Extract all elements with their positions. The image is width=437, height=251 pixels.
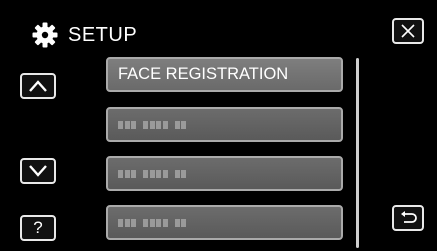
blurred-label [118,120,186,129]
header: SETUP [30,20,137,50]
scroll-up-button[interactable] [20,73,56,99]
menu-item-label: FACE REGISTRATION [118,65,289,83]
return-button[interactable] [392,205,424,231]
close-button[interactable] [392,18,424,44]
return-icon [398,210,418,226]
page-title: SETUP [68,23,138,46]
scroll-down-button[interactable] [20,158,56,184]
chevron-up-icon [28,79,48,93]
gear-icon [30,20,60,50]
menu-item-blurred[interactable] [106,107,343,142]
help-label: ? [33,218,43,237]
menu-item-face-registration[interactable]: FACE REGISTRATION [106,57,343,92]
scrollbar[interactable] [356,58,359,248]
blurred-label [118,169,186,178]
help-button[interactable]: ? [20,215,56,241]
chevron-down-icon [28,164,48,178]
close-icon [400,23,416,39]
menu-item-blurred[interactable] [106,205,343,240]
blurred-label [118,218,186,227]
menu-item-blurred[interactable] [106,156,343,191]
setup-screen: SETUP ? FACE REGISTRATION [0,0,437,251]
